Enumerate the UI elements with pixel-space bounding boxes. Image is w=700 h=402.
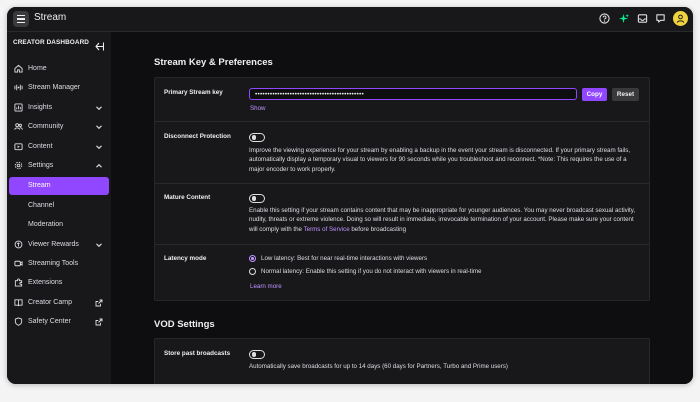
chevron-down-icon — [95, 123, 103, 131]
collapse-icon[interactable] — [94, 38, 105, 51]
store-past-broadcasts-toggle[interactable] — [249, 350, 265, 359]
sidebar-item-label: Settings — [28, 162, 54, 169]
vod-section-title: VOD Settings — [154, 319, 215, 330]
sidebar-item-label: Viewer Rewards — [28, 241, 79, 248]
inbox-icon[interactable] — [637, 13, 648, 24]
learn-more-link[interactable]: Learn more — [250, 283, 282, 290]
section-title: Stream Key & Preferences — [154, 57, 273, 68]
whispers-icon[interactable] — [655, 13, 666, 24]
chevron-down-icon — [95, 241, 103, 249]
primary-stream-key-label: Primary Stream key — [164, 89, 223, 96]
divider — [155, 244, 649, 245]
sidebar-item-streaming-tools[interactable]: Streaming Tools — [9, 255, 109, 273]
store-past-broadcasts-label: Store past broadcasts — [164, 350, 231, 357]
main-content: Stream Key & Preferences Primary Stream … — [111, 32, 693, 384]
help-icon[interactable] — [599, 13, 610, 24]
mature-content-label: Mature Content — [164, 194, 211, 201]
sidebar-item-settings[interactable]: Settings — [9, 157, 109, 175]
terms-of-service-link[interactable]: Terms of Service — [304, 226, 350, 233]
sidebar-item-label: Extensions — [28, 279, 63, 286]
mature-content-description: Enable this setting if your stream conta… — [249, 207, 636, 233]
show-key-link[interactable]: Show — [250, 105, 265, 112]
sidebar-item-channel[interactable]: Channel — [9, 197, 109, 215]
gear-icon — [14, 161, 23, 170]
external-link-icon — [95, 318, 103, 326]
stream-manager-icon — [14, 83, 23, 92]
avatar-icon[interactable] — [673, 11, 688, 26]
insights-icon — [14, 103, 23, 112]
disconnect-protection-label: Disconnect Protection — [164, 133, 231, 140]
sparkle-icon[interactable] — [618, 13, 629, 24]
extensions-icon — [14, 278, 23, 287]
sidebar-item-stream[interactable]: Stream — [9, 177, 109, 195]
menu-icon[interactable] — [13, 11, 29, 27]
rewards-icon — [14, 240, 23, 249]
sidebar-item-label: Safety Center — [28, 318, 71, 325]
store-past-broadcasts-description: Automatically save broadcasts for up to … — [249, 363, 508, 370]
normal-latency-radio[interactable] — [249, 268, 256, 275]
sidebar-item-content[interactable]: Content — [9, 138, 109, 156]
sidebar-item-label: Moderation — [28, 221, 64, 228]
mature-content-toggle[interactable] — [249, 194, 265, 203]
sidebar-item-viewer-rewards[interactable]: Viewer Rewards — [9, 236, 109, 254]
app-window: Stream CREATOR DASHBOARD Home Stream Man… — [7, 7, 693, 384]
home-icon — [14, 64, 23, 73]
chevron-up-icon — [95, 162, 103, 170]
vod-panel: Store past broadcasts Automatically save… — [154, 338, 650, 384]
chevron-down-icon — [95, 104, 103, 112]
chevron-down-icon — [95, 143, 103, 151]
normal-latency-label: Normal latency: Enable this setting if y… — [261, 268, 482, 275]
sidebar-item-safety-center[interactable]: Safety Center — [9, 313, 109, 331]
sidebar-header: CREATOR DASHBOARD — [13, 39, 90, 46]
sidebar-item-label: Channel — [28, 202, 55, 209]
sidebar-item-insights[interactable]: Insights — [9, 99, 109, 117]
external-link-icon — [95, 299, 103, 307]
sidebar-item-label: Stream — [28, 182, 51, 189]
top-nav-bar: Stream — [7, 7, 693, 32]
creator-camp-icon — [14, 298, 23, 307]
disconnect-protection-toggle[interactable] — [249, 133, 265, 142]
sidebar-item-label: Content — [28, 143, 53, 150]
stream-key-input[interactable]: ••••••••••••••••••••••••••••••••••••••••… — [249, 88, 577, 100]
safety-center-icon — [14, 317, 23, 326]
content-icon — [14, 142, 23, 151]
sidebar-item-label: Insights — [28, 104, 53, 111]
sidebar-item-creator-camp[interactable]: Creator Camp — [9, 294, 109, 312]
sidebar-item-home[interactable]: Home — [9, 60, 109, 78]
divider — [155, 183, 649, 184]
copy-button[interactable]: Copy — [582, 88, 607, 101]
disconnect-protection-description: Improve the viewing experience for your … — [249, 147, 631, 173]
sidebar-item-moderation[interactable]: Moderation — [9, 216, 109, 234]
latency-mode-label: Latency mode — [164, 255, 207, 262]
low-latency-label: Low latency: Best for near real-time int… — [261, 255, 428, 262]
sidebar: CREATOR DASHBOARD Home Stream Manager In… — [7, 32, 111, 384]
stream-key-panel: Primary Stream key •••••••••••••••••••••… — [154, 77, 650, 301]
sidebar-item-community[interactable]: Community — [9, 118, 109, 136]
app-title: Stream — [34, 12, 67, 23]
sidebar-item-label: Community — [28, 123, 64, 130]
sidebar-item-stream-manager[interactable]: Stream Manager — [9, 79, 109, 97]
community-icon — [14, 122, 23, 131]
divider — [155, 121, 649, 122]
sidebar-item-extensions[interactable]: Extensions — [9, 274, 109, 292]
sidebar-item-label: Stream Manager — [28, 84, 81, 91]
sidebar-item-label: Streaming Tools — [28, 260, 79, 267]
reset-button[interactable]: Reset — [612, 88, 639, 101]
low-latency-radio[interactable] — [249, 255, 256, 262]
sidebar-item-label: Creator Camp — [28, 299, 72, 306]
sidebar-item-label: Home — [28, 65, 47, 72]
streaming-tools-icon — [14, 259, 23, 268]
